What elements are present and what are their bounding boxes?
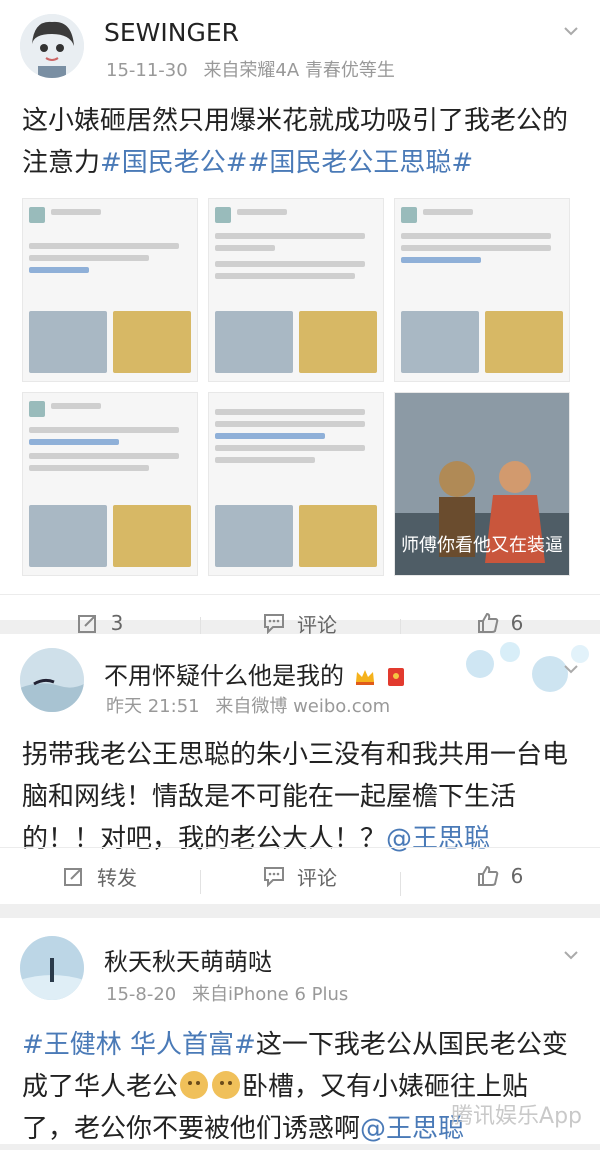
post-text: 这小婊砸居然只用爆米花就成功吸引了我老公的注意力#国民老公##国民老公王思聪# xyxy=(22,106,569,178)
chevron-down-icon[interactable] xyxy=(562,946,580,964)
chevron-down-icon[interactable] xyxy=(562,22,580,40)
post-actions: 转发 评论 6 xyxy=(0,847,600,904)
like-icon xyxy=(477,865,498,886)
red-envelope-icon xyxy=(388,668,405,686)
hashtag-link[interactable]: #王健林 华人首富# xyxy=(22,1030,256,1060)
doge-emoji xyxy=(180,1071,209,1099)
crown-badge-icon xyxy=(355,670,374,685)
post-separator xyxy=(0,904,600,918)
like-button[interactable]: 6 xyxy=(400,864,600,896)
post-meta: 昨天 21:51 来自微博 weibo.com xyxy=(106,692,400,718)
post-image[interactable] xyxy=(208,198,384,382)
watermark: 腾讯娱乐App xyxy=(451,1104,582,1129)
mention-link[interactable]: @王思聪 xyxy=(360,1114,464,1144)
post-image[interactable] xyxy=(394,198,570,382)
post-text: #王健林 华人首富#这一下我老公从国民老公变成了华人老公 卧槽，又有小婊砸往上贴了… xyxy=(22,1030,568,1144)
post-time: 15-8-20 xyxy=(106,984,177,1005)
post-meta: 15-8-20 来自iPhone 6 Plus xyxy=(106,980,358,1006)
repost-button[interactable]: 转发 xyxy=(0,862,200,891)
avatar[interactable] xyxy=(20,648,84,712)
username[interactable]: 不用怀疑什么他是我的 xyxy=(104,656,407,691)
image-grid: 师傅你看他又在装逼 xyxy=(0,184,600,594)
username[interactable]: 秋天秋天萌萌哒 xyxy=(104,942,272,977)
repost-button[interactable]: 3 xyxy=(0,611,200,635)
comment-icon xyxy=(264,614,284,634)
username[interactable]: SEWINGER xyxy=(104,18,239,47)
post-header: 不用怀疑什么他是我的 昨天 21:51 来自微博 weibo.com xyxy=(0,634,600,734)
post-source: 来自微博 weibo.com xyxy=(215,696,391,717)
post-time: 15-11-30 xyxy=(106,60,188,81)
like-button[interactable]: 6 xyxy=(400,611,600,643)
post-text: 拐带我老公王思聪的朱小三没有和我共用一台电脑和网线！情敌是不可能在一起屋檐下生活… xyxy=(22,740,569,854)
post-source: 来自荣耀4A 青春优等生 xyxy=(203,60,395,81)
repost-icon xyxy=(77,615,96,633)
comment-icon xyxy=(264,867,284,887)
hashtag-link[interactable]: #国民老公##国民老公王思聪# xyxy=(100,148,473,178)
avatar[interactable] xyxy=(20,14,84,78)
repost-icon xyxy=(64,868,82,886)
post-2: 不用怀疑什么他是我的 昨天 21:51 来自微博 weibo.com 拐带我老公… xyxy=(0,634,600,904)
image-caption: 师傅你看他又在装逼 xyxy=(401,535,563,556)
post-source: 来自iPhone 6 Plus xyxy=(192,984,349,1005)
post-image[interactable] xyxy=(22,392,198,576)
post-time: 昨天 21:51 xyxy=(106,696,200,717)
post-meta: 15-11-30 来自荣耀4A 青春优等生 xyxy=(106,56,405,82)
post-3: 秋天秋天萌萌哒 15-8-20 来自iPhone 6 Plus #王健林 华人首… xyxy=(0,918,600,1144)
post-image[interactable] xyxy=(208,392,384,576)
like-icon xyxy=(477,612,498,633)
post-header: 秋天秋天萌萌哒 15-8-20 来自iPhone 6 Plus xyxy=(0,918,600,1018)
post-header: SEWINGER 15-11-30 来自荣耀4A 青春优等生 xyxy=(0,0,600,100)
post-image[interactable] xyxy=(22,198,198,382)
post-1: SEWINGER 15-11-30 来自荣耀4A 青春优等生 这小婊砸居然只用爆… xyxy=(0,0,600,643)
chevron-down-icon[interactable] xyxy=(562,660,580,678)
avatar[interactable] xyxy=(20,936,84,1000)
comment-button[interactable]: 评论 xyxy=(200,862,400,894)
doge-emoji xyxy=(212,1071,241,1099)
post-image[interactable]: 师傅你看他又在装逼 xyxy=(394,392,570,576)
